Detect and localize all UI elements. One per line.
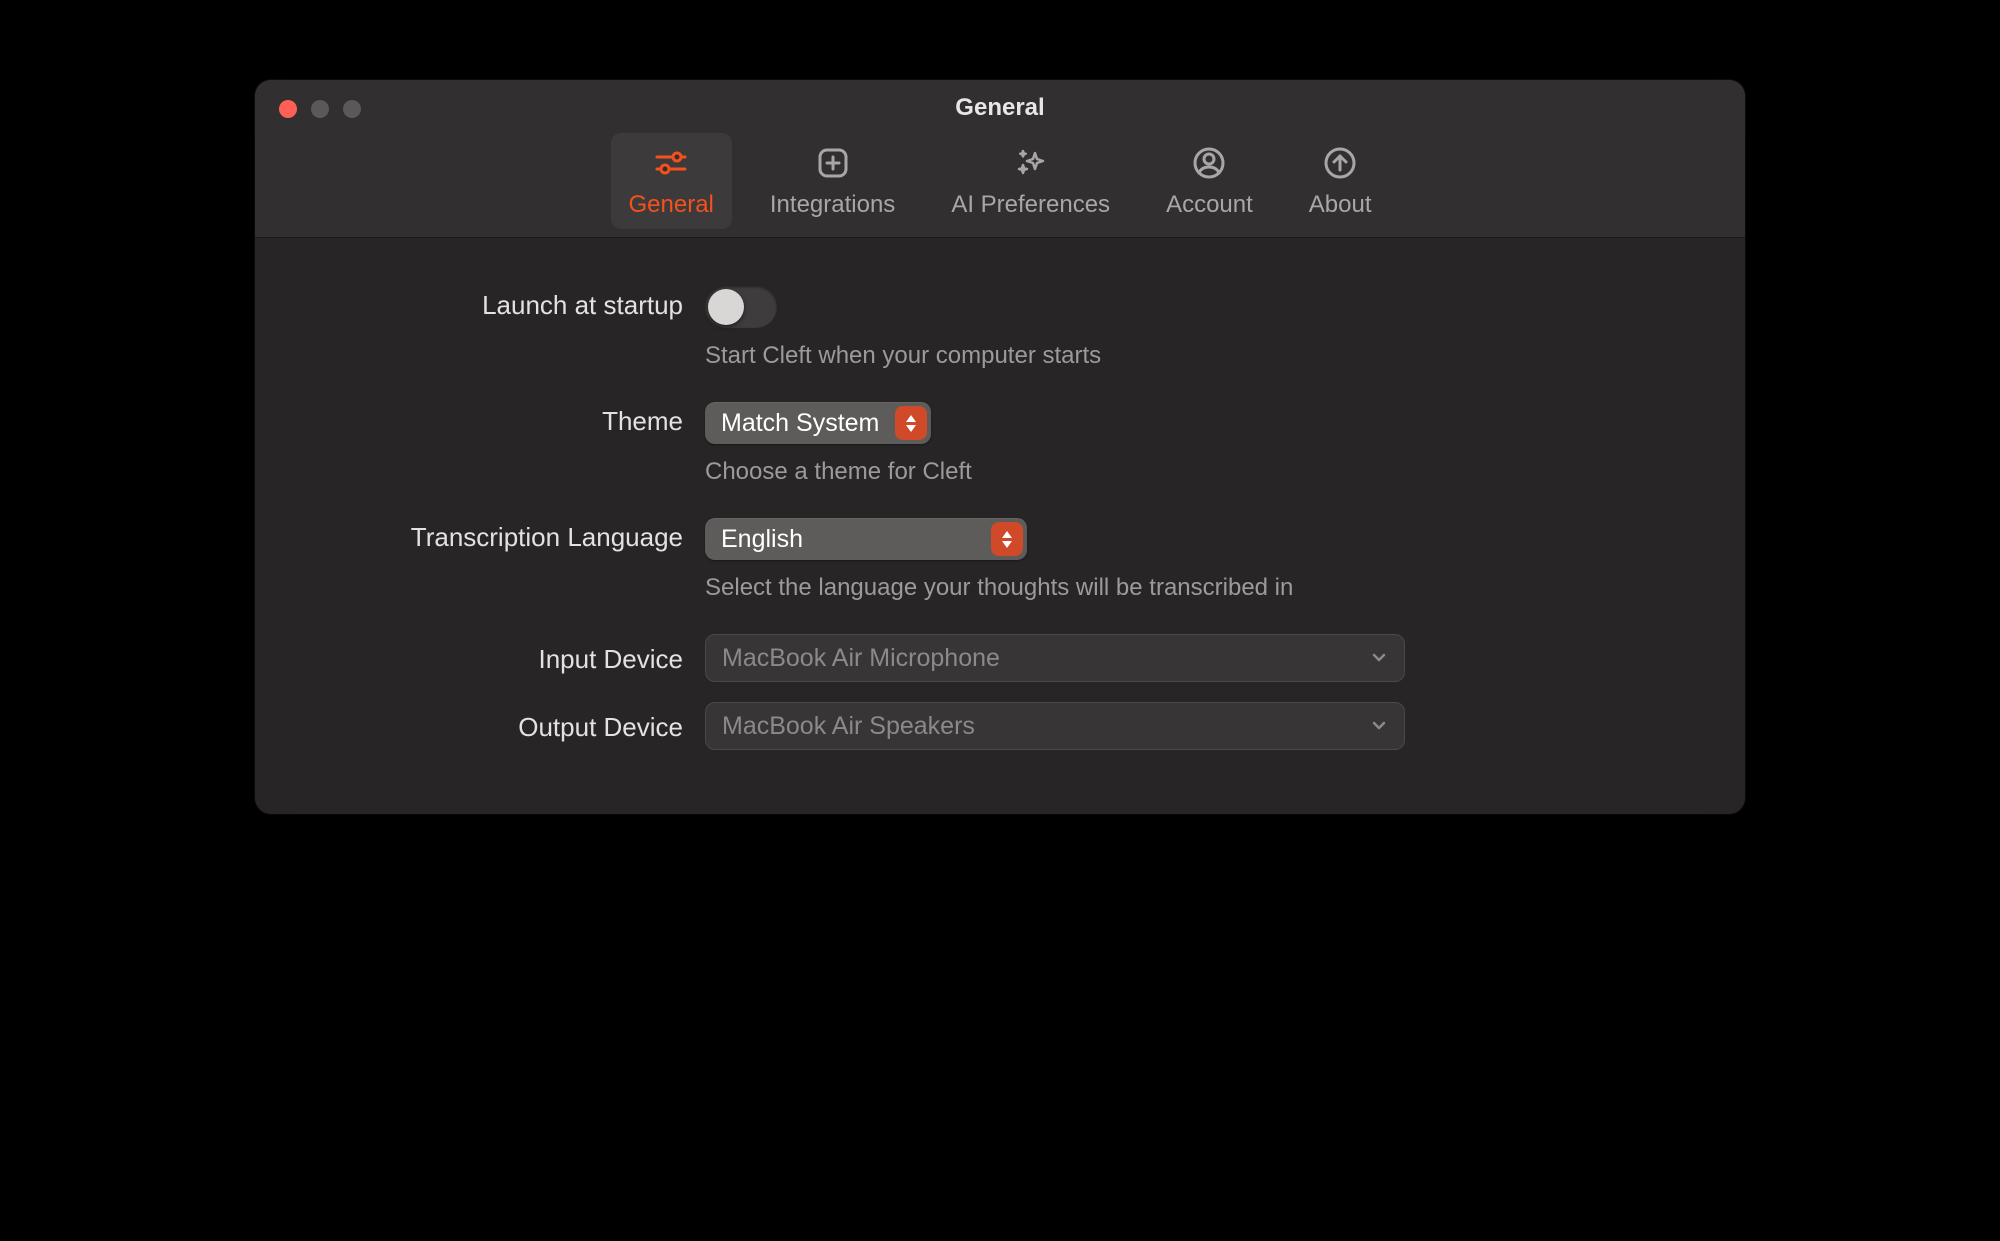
updown-arrows-icon bbox=[991, 522, 1023, 556]
tab-integrations-label: Integrations bbox=[770, 191, 895, 219]
tab-account-label: Account bbox=[1166, 191, 1253, 219]
window-title: General bbox=[255, 94, 1745, 122]
tab-ai-preferences[interactable]: AI Preferences bbox=[933, 133, 1128, 229]
preferences-window: General General bbox=[255, 80, 1745, 814]
select-input-device-value: MacBook Air Microphone bbox=[722, 644, 1000, 673]
select-output-device-value: MacBook Air Speakers bbox=[722, 712, 975, 741]
plus-square-icon bbox=[813, 143, 853, 183]
toggle-launch-at-startup[interactable] bbox=[705, 286, 777, 328]
row-transcription-language: Transcription Language English Select th… bbox=[315, 518, 1685, 602]
select-theme-value: Match System bbox=[721, 409, 895, 438]
select-theme[interactable]: Match System bbox=[705, 402, 931, 444]
label-input-device: Input Device bbox=[315, 634, 705, 675]
description-launch-at-startup: Start Cleft when your computer starts bbox=[705, 342, 1685, 370]
chevron-down-icon bbox=[1370, 644, 1388, 673]
sparkles-icon bbox=[1011, 143, 1051, 183]
label-output-device: Output Device bbox=[315, 702, 705, 743]
content-area: Launch at startup Start Cleft when your … bbox=[255, 238, 1745, 814]
label-theme: Theme bbox=[315, 402, 705, 437]
select-output-device[interactable]: MacBook Air Speakers bbox=[705, 702, 1405, 750]
label-launch-at-startup: Launch at startup bbox=[315, 286, 705, 321]
row-output-device: Output Device MacBook Air Speakers bbox=[315, 702, 1685, 750]
tab-ai-preferences-label: AI Preferences bbox=[951, 191, 1110, 219]
toggle-knob bbox=[708, 289, 744, 325]
row-theme: Theme Match System Choose a theme for Cl… bbox=[315, 402, 1685, 486]
row-input-device: Input Device MacBook Air Microphone bbox=[315, 634, 1685, 682]
updown-arrows-icon bbox=[895, 406, 927, 440]
arrow-up-circle-icon bbox=[1320, 143, 1360, 183]
select-input-device[interactable]: MacBook Air Microphone bbox=[705, 634, 1405, 682]
label-transcription-language: Transcription Language bbox=[315, 518, 705, 553]
description-transcription-language: Select the language your thoughts will b… bbox=[705, 574, 1685, 602]
user-circle-icon bbox=[1189, 143, 1229, 183]
row-launch-at-startup: Launch at startup Start Cleft when your … bbox=[315, 286, 1685, 370]
tab-about-label: About bbox=[1309, 191, 1372, 219]
tab-account[interactable]: Account bbox=[1148, 133, 1271, 229]
titlebar: General General bbox=[255, 80, 1745, 238]
select-transcription-language-value: English bbox=[721, 525, 819, 554]
tab-integrations[interactable]: Integrations bbox=[752, 133, 913, 229]
sliders-icon bbox=[651, 143, 691, 183]
description-theme: Choose a theme for Cleft bbox=[705, 458, 1685, 486]
select-transcription-language[interactable]: English bbox=[705, 518, 1027, 560]
tab-about[interactable]: About bbox=[1291, 133, 1390, 229]
chevron-down-icon bbox=[1370, 712, 1388, 741]
toolbar: General Integrations bbox=[255, 133, 1745, 237]
tab-general[interactable]: General bbox=[611, 133, 732, 229]
tab-general-label: General bbox=[629, 191, 714, 219]
